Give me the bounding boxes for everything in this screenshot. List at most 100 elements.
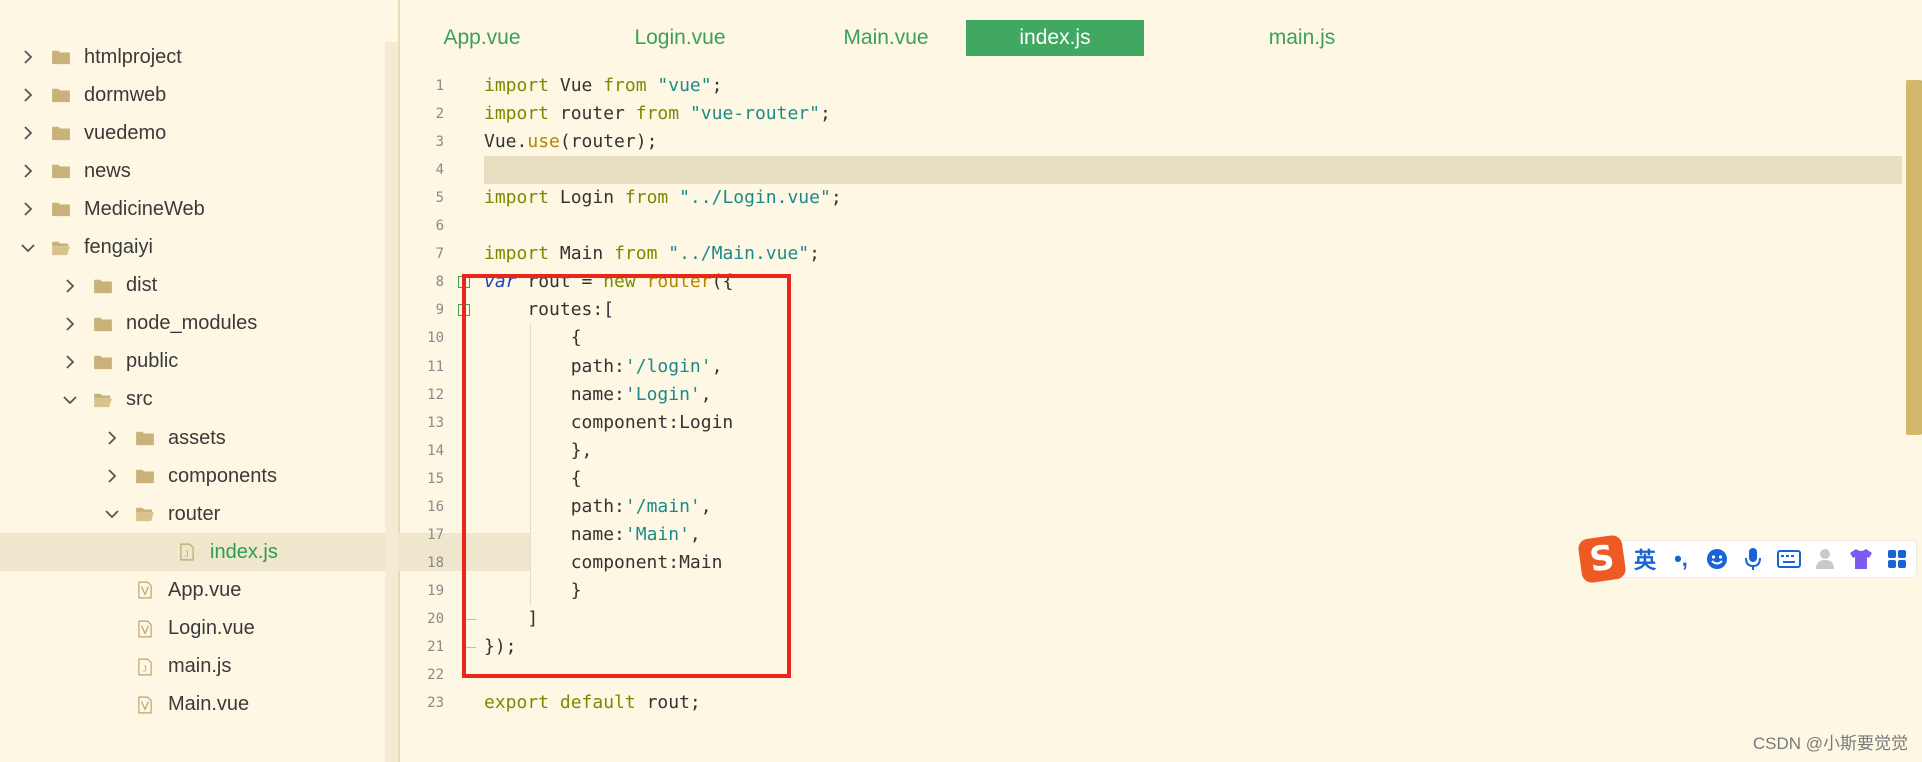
tree-item-label: htmlproject [84, 45, 182, 68]
line-number: 15 [427, 470, 444, 487]
code-token: default [559, 692, 636, 714]
code-line[interactable]: 7 import Main from "../Main.vue"; [402, 240, 1902, 268]
js-file-icon: J [176, 542, 198, 562]
folder-icon [50, 199, 72, 219]
tree-item-label: MedicineWeb [84, 197, 205, 220]
chevron-right-icon[interactable] [62, 316, 78, 332]
folder-icon [50, 161, 72, 181]
code-token: "../Main.vue" [668, 243, 810, 265]
tree-item-medicineweb[interactable]: MedicineWeb [0, 190, 404, 228]
folder-icon [50, 47, 72, 67]
line-number: 9 [435, 302, 444, 319]
language-toggle-button[interactable]: 英 [1632, 546, 1658, 573]
tree-item-label: vuedemo [84, 121, 167, 144]
tree-item-news[interactable]: news [0, 152, 404, 190]
folder-open-icon [134, 504, 156, 524]
tree-item-label: index.js [210, 540, 278, 563]
line-number: 13 [427, 414, 444, 431]
punctuation-toggle-button[interactable]: •, [1668, 546, 1694, 572]
sidebar-scroll-track[interactable] [385, 42, 398, 762]
code-token: router [549, 103, 636, 125]
shirt-icon[interactable] [1848, 546, 1874, 572]
sogou-logo-icon[interactable]: S [1577, 534, 1627, 584]
line-number: 21 [427, 639, 444, 655]
svg-text:J: J [184, 550, 189, 559]
line-number: 5 [435, 190, 444, 207]
code-text: import Login from "../Login.vue"; [484, 184, 842, 212]
chevron-right-icon[interactable] [20, 125, 36, 141]
code-token: "vue" [657, 75, 712, 96]
tab-main-vue[interactable]: Main.vue [806, 20, 966, 56]
line-number: 18 [427, 554, 444, 571]
microphone-icon[interactable] [1740, 546, 1766, 572]
tree-item-label: Main.vue [168, 693, 250, 716]
tab-app-vue[interactable]: App.vue [402, 20, 562, 56]
chevron-right-icon[interactable] [62, 278, 78, 294]
code-text: import Main from "../Main.vue"; [484, 240, 820, 268]
emoji-icon[interactable] [1704, 546, 1730, 572]
tree-item-label: dist [126, 274, 158, 297]
tab-login-vue[interactable]: Login.vue [600, 20, 760, 56]
folder-icon [50, 123, 72, 143]
chevron-down-icon[interactable] [62, 392, 78, 408]
csdn-watermark: CSDN @小斯要觉觉 [1752, 734, 1908, 753]
editor-vertical-scrollbar[interactable] [1906, 80, 1922, 435]
chevron-right-icon[interactable] [20, 201, 36, 217]
code-token: from [614, 243, 658, 265]
tree-item-src[interactable]: src [0, 381, 446, 419]
line-number: 19 [427, 582, 444, 599]
apps-icon[interactable] [1884, 546, 1910, 572]
code-token: from [624, 187, 669, 209]
folder-icon [134, 466, 156, 486]
tab-main-js[interactable]: main.js [1222, 20, 1382, 56]
folder-icon [134, 428, 156, 448]
svg-text:J: J [142, 664, 147, 673]
code-line[interactable]: 1 import Vue from "vue"; [402, 72, 1902, 100]
code-token: use [527, 131, 560, 153]
tree-item-vuedemo[interactable]: vuedemo [0, 114, 404, 152]
tree-item-node-modules[interactable]: node_modules [0, 305, 446, 343]
chevron-right-icon[interactable] [20, 49, 36, 65]
line-number: 16 [427, 498, 444, 515]
chevron-right-icon[interactable] [20, 163, 36, 179]
code-text: import router from "vue-router"; [484, 100, 831, 128]
line-number: 6 [435, 218, 444, 235]
tree-item-dist[interactable]: dist [0, 267, 446, 305]
code-line[interactable]: 5 import Login from "../Login.vue"; [402, 184, 1902, 212]
tab-index-js[interactable]: index.js [966, 20, 1144, 56]
code-line[interactable]: 3 Vue.use(router); [402, 128, 1902, 156]
code-token: ; [711, 75, 723, 96]
chevron-down-icon[interactable] [104, 506, 120, 522]
code-token: from [603, 75, 647, 96]
chevron-right-icon[interactable] [104, 468, 120, 484]
tree-item-label: Login.vue [168, 617, 255, 639]
line-number: 8 [435, 274, 444, 291]
tree-item-dormweb[interactable]: dormweb [0, 76, 404, 114]
line-number: 22 [427, 667, 444, 684]
code-line[interactable]: 4 [436, 156, 1902, 185]
line-number: 14 [427, 442, 444, 459]
code-line[interactable]: 23 export default rout; [402, 689, 1902, 717]
code-line[interactable]: 6 [402, 212, 1902, 240]
tree-item-fengaiyi[interactable]: fengaiyi [0, 229, 404, 267]
code-line[interactable]: 2 import router from "vue-router"; [402, 100, 1902, 128]
tree-item-htmlproject[interactable]: htmlproject [0, 38, 404, 76]
user-icon[interactable] [1812, 546, 1838, 572]
ime-toolbar-buttons: 英 •, [1620, 541, 1916, 577]
line-number: 20 [427, 610, 444, 627]
tree-item-label: assets [168, 426, 226, 449]
tree-item-public[interactable]: public [0, 343, 446, 381]
keyboard-icon[interactable] [1776, 546, 1802, 572]
chevron-right-icon[interactable] [20, 87, 36, 103]
chevron-right-icon[interactable] [104, 430, 120, 446]
code-token: from [635, 103, 680, 125]
chevron-right-icon[interactable] [62, 354, 78, 370]
vue-file-icon [134, 695, 156, 715]
code-token: import [484, 75, 550, 96]
chevron-down-icon[interactable] [20, 240, 36, 256]
